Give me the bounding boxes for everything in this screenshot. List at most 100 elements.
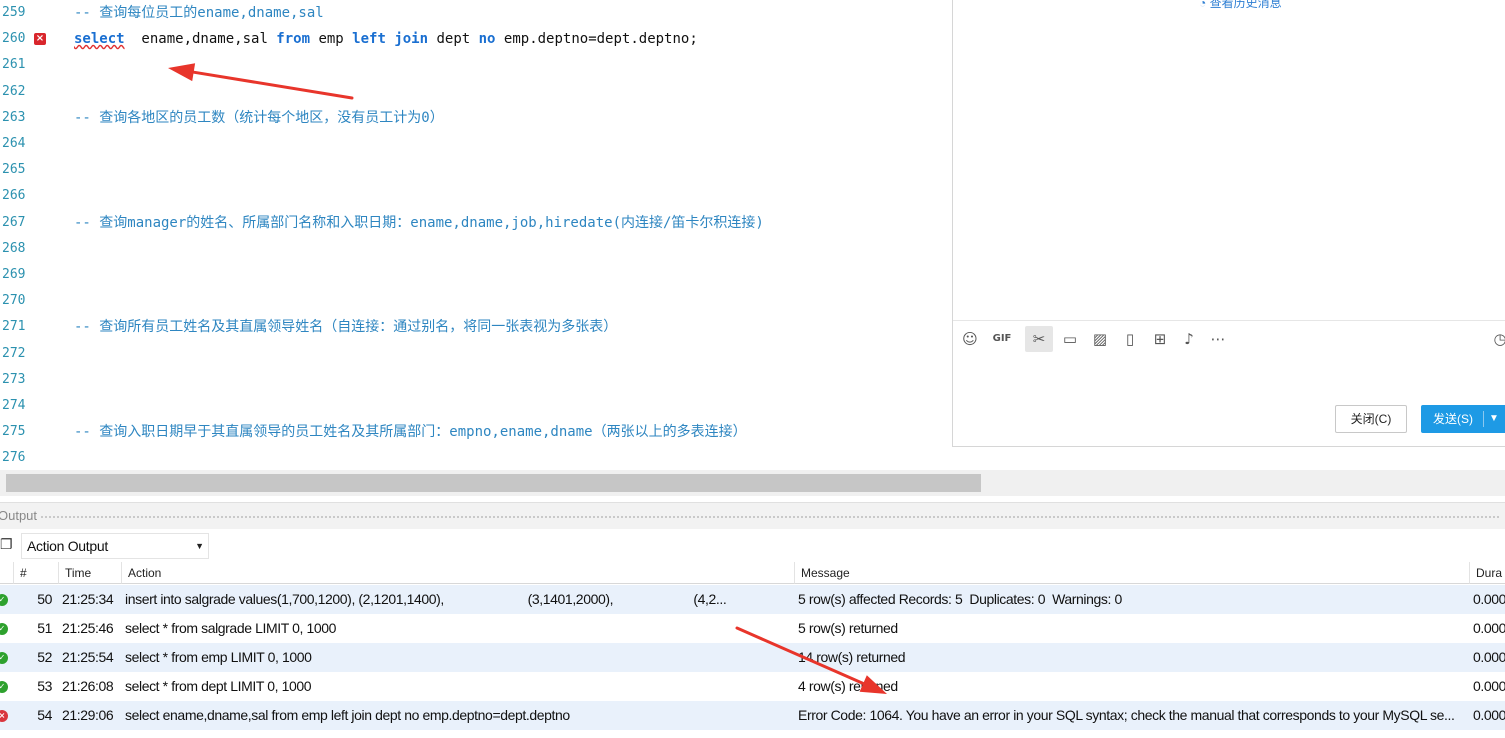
code-line[interactable]: 262 — [0, 79, 952, 105]
chat-panel: ◔ 查看历史消息 ☺ GIF ✂ ▭ ▨ ▯ ⊞ ♪ ⋯ ◷ 关闭(C) 发送(… — [952, 0, 1505, 447]
code-line[interactable]: 267 -- 查询manager的姓名、所属部门名称和入职日期：ename,dna… — [0, 210, 952, 236]
cell-message: 5 row(s) returned — [798, 620, 898, 636]
code-line[interactable]: 261 — [0, 52, 952, 78]
sql-keyword: no — [478, 31, 496, 48]
cell-number: 50 — [37, 591, 52, 607]
shake-icon[interactable]: ▯ — [1119, 329, 1141, 349]
code-line[interactable]: 273 — [0, 367, 952, 393]
sql-keyword: from — [276, 31, 311, 48]
chevron-down-icon: ▼ — [195, 541, 204, 551]
action-output-grid[interactable]: # Time Action Message Dura ✓ 50 21:25:34 insert … — [0, 562, 1505, 738]
chevron-down-icon[interactable]: ▼ — [1489, 405, 1499, 433]
sql-editor[interactable]: 259 -- 查询每位员工的ename,dname,sal 260 × select e… — [0, 0, 952, 470]
code-text: -- 查询manager的姓名、所属部门名称和入职日期：ename,dname,… — [74, 210, 764, 236]
code-line[interactable]: 268 — [0, 236, 952, 262]
code-line[interactable]: 269 — [0, 262, 952, 288]
chat-toolbar: ☺ GIF ✂ ▭ ▨ ▯ ⊞ ♪ ⋯ ◷ — [953, 320, 1505, 357]
folder-icon[interactable]: ▭ — [1059, 329, 1081, 349]
line-number: 265 — [2, 162, 26, 178]
line-number: 263 — [2, 109, 26, 125]
cell-number: 51 — [37, 620, 52, 636]
line-number: 261 — [2, 57, 26, 73]
error-icon: × — [0, 710, 8, 722]
code-line[interactable]: 264 — [0, 131, 952, 157]
cell-duration: 0.000 — [1473, 649, 1505, 665]
table-row[interactable]: × 54 21:29:06 select ename,dname,sal from e… — [0, 701, 1505, 730]
table-row[interactable]: ✓ 51 21:25:46 select * from salgrade LIMIT … — [0, 614, 1505, 643]
scissors-icon[interactable]: ✂ — [1025, 326, 1053, 352]
more-icon[interactable]: ⋯ — [1207, 329, 1229, 349]
red-packet-icon[interactable]: ⊞ — [1149, 329, 1171, 349]
table-row[interactable]: ✓ 52 21:25:54 select * from emp LIMIT 0, 10… — [0, 643, 1505, 672]
history-icon: ◔ — [1199, 0, 1210, 10]
scrollbar-thumb[interactable] — [6, 474, 981, 492]
output-type-select[interactable]: Action Output ▼ — [21, 533, 209, 559]
cell-time: 21:29:06 — [62, 707, 114, 723]
table-row[interactable]: ✓ 50 21:25:34 insert into salgrade values(1… — [0, 585, 1505, 614]
output-panel-header: Output — [0, 502, 1505, 529]
code-line[interactable]: 271 -- 查询所有员工姓名及其直属领导姓名（自连接：通过别名，将同一张表视为多… — [0, 314, 952, 340]
cell-number: 52 — [37, 649, 52, 665]
emoji-icon[interactable]: ☺ — [959, 329, 981, 349]
copy-icon[interactable]: ❐ — [0, 536, 13, 553]
header-status — [0, 562, 14, 584]
sql-identifier: emp — [310, 31, 353, 48]
cell-number: 54 — [37, 707, 52, 723]
editor-horizontal-scrollbar[interactable] — [0, 470, 1505, 496]
sql-keyword: join — [394, 31, 429, 48]
send-button[interactable]: 发送(S) ▼ — [1421, 405, 1505, 433]
cell-duration: 0.000 — [1473, 707, 1505, 723]
code-line[interactable]: 270 — [0, 288, 952, 314]
cell-action: insert into salgrade values(1,700,1200),… — [125, 591, 727, 607]
code-line[interactable]: 272 — [0, 341, 952, 367]
sql-identifier: ename,dname,sal — [124, 31, 277, 48]
line-number: 274 — [2, 398, 26, 413]
success-icon: ✓ — [0, 623, 8, 635]
clock-icon[interactable]: ◷ — [1489, 329, 1505, 349]
gif-icon[interactable]: GIF — [991, 329, 1013, 349]
header-col-message[interactable]: Message — [795, 562, 1470, 584]
header-col-time[interactable]: Time — [59, 562, 122, 584]
code-line[interactable]: 276 — [0, 445, 952, 470]
success-icon: ✓ — [0, 594, 8, 606]
success-icon: ✓ — [0, 652, 8, 664]
code-text: -- 查询所有员工姓名及其直属领导姓名（自连接：通过别名，将同一张表视为多张表） — [74, 314, 617, 340]
code-line[interactable]: 275 -- 查询入职日期早于其直属领导的员工姓名及其所属部门：empno,ena… — [0, 419, 952, 445]
code-line[interactable]: 266 — [0, 183, 952, 209]
sql-comment: -- 查询各地区的员工数（统计每个地区，没有员工计为0） — [74, 109, 444, 126]
cell-action: select * from dept LIMIT 0, 1000 — [125, 678, 312, 694]
cell-message: Error Code: 1064. You have an error in y… — [798, 707, 1455, 723]
code-text: -- 查询各地区的员工数（统计每个地区，没有员工计为0） — [74, 105, 444, 131]
header-col-duration[interactable]: Dura — [1470, 562, 1505, 584]
line-number: 275 — [2, 424, 26, 440]
cell-duration: 0.000 — [1473, 678, 1505, 694]
close-button[interactable]: 关闭(C) — [1335, 405, 1407, 433]
table-row[interactable]: ✓ 53 21:26:08 select * from dept LIMIT 0, 1… — [0, 672, 1505, 701]
code-line[interactable]: 263 -- 查询各地区的员工数（统计每个地区，没有员工计为0） — [0, 105, 952, 131]
code-line[interactable]: 259 -- 查询每位员工的ename,dname,sal — [0, 0, 952, 26]
line-number: 262 — [2, 83, 26, 99]
history-link[interactable]: ◔ 查看历史消息 — [1199, 0, 1282, 11]
header-col-number[interactable]: # — [14, 562, 59, 584]
sql-keyword: left — [352, 31, 386, 48]
code-text: select ename,dname,sal from emp left joi… — [74, 26, 698, 52]
line-number: 268 — [2, 240, 26, 256]
sql-comment: -- 查询入职日期早于其直属领导的员工姓名及其所属部门：empno,ename,… — [74, 424, 747, 441]
cell-action: select ename,dname,sal from emp left joi… — [125, 707, 570, 723]
sql-keyword: select — [74, 31, 125, 48]
image-icon[interactable]: ▨ — [1089, 329, 1111, 349]
code-line[interactable]: 274 — [0, 393, 952, 419]
line-number: 270 — [2, 293, 26, 309]
panel-grip[interactable] — [40, 515, 1500, 519]
line-number: 260 — [2, 31, 26, 47]
cell-action: select * from emp LIMIT 0, 1000 — [125, 649, 312, 665]
line-number: 273 — [2, 371, 26, 387]
code-line[interactable]: 265 — [0, 157, 952, 183]
code-line[interactable]: 260 × select ename,dname,sal from emp left… — [0, 26, 952, 52]
header-col-action[interactable]: Action — [122, 562, 795, 584]
music-icon[interactable]: ♪ — [1178, 329, 1200, 349]
error-marker-icon[interactable]: × — [34, 33, 46, 46]
cell-duration: 0.000 — [1473, 591, 1505, 607]
line-number: 267 — [2, 214, 26, 230]
sql-identifier: emp.deptno=dept.deptno; — [495, 31, 698, 48]
